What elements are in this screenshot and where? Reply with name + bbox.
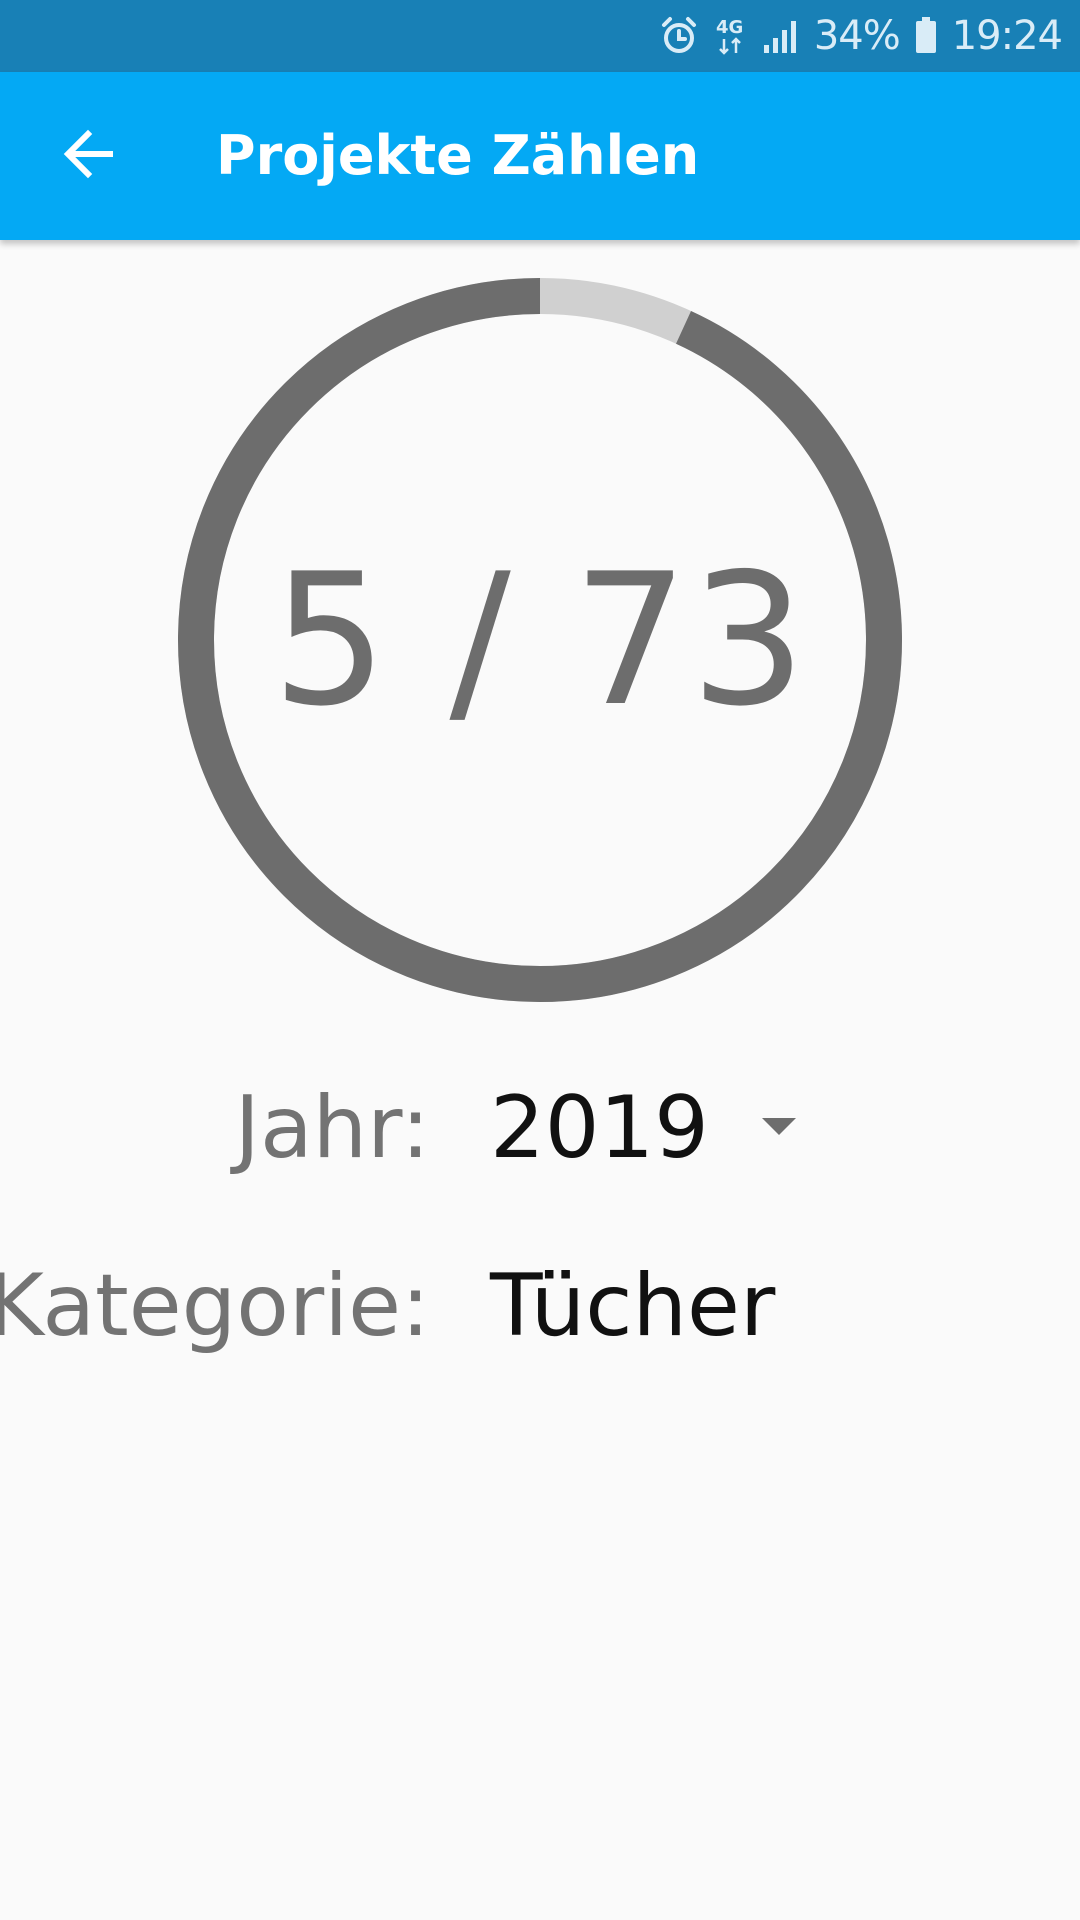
network-type-text: 4G [716,17,743,38]
app-bar: Projekte Zählen [0,72,1080,240]
4g-icon: 4G [714,15,748,57]
status-icons: 4G 34% 19:24 [658,0,1063,72]
year-select[interactable]: 2019 [480,1070,810,1190]
dropdown-arrow-icon[interactable] [762,1118,796,1135]
page-title: Projekte Zählen [216,124,700,187]
battery-percent: 34% [813,13,901,59]
signal-icon [762,15,800,57]
category-value: Tücher [490,1256,776,1356]
project-count: 5 / 73 [271,534,809,746]
arrow-back-icon [60,126,116,186]
year-value: 2019 [490,1078,709,1178]
battery-icon [914,15,938,57]
back-button[interactable] [40,108,136,204]
status-time: 19:24 [951,13,1063,59]
category-label: Kategorie: [0,1256,430,1356]
alarm-icon [658,15,700,57]
year-label: Jahr: [234,1078,430,1178]
status-bar: 4G 34% 19:24 [0,0,1080,72]
progress-ring: 5 / 73 [176,276,904,1004]
